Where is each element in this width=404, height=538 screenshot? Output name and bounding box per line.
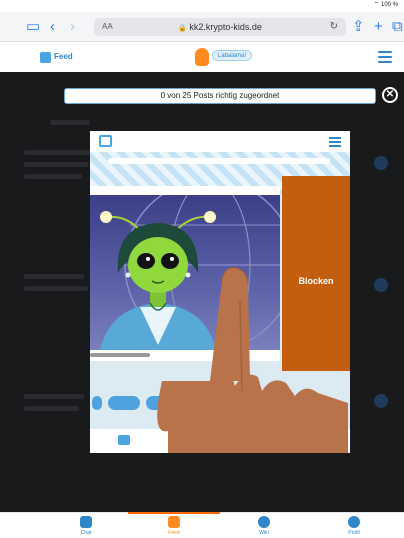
menu-icon[interactable] bbox=[378, 51, 392, 63]
lock-icon: 🔒 bbox=[178, 25, 187, 32]
pill bbox=[258, 396, 294, 410]
reload-icon[interactable]: ↻ bbox=[330, 18, 338, 36]
bottom-tab-bar: Chat Feed Wiki Profil bbox=[0, 512, 404, 538]
bg-post-line bbox=[24, 150, 94, 155]
post-card bbox=[90, 186, 280, 361]
tab-label: Feed bbox=[168, 530, 180, 536]
wiki-icon bbox=[258, 516, 270, 528]
address-bar[interactable]: AA 🔒 kk2.krypto-kids.de ↻ bbox=[94, 18, 346, 36]
app-header: Feed Labalama! bbox=[0, 42, 404, 72]
bg-action-icon bbox=[374, 278, 388, 292]
pill bbox=[180, 396, 222, 410]
feed-icon bbox=[40, 51, 51, 63]
tab-label: Wiki bbox=[259, 530, 269, 536]
browser-toolbar: ▭ ‹ › AA 🔒 kk2.krypto-kids.de ↻ ⇪ + ⧉ bbox=[0, 12, 404, 42]
tabs-icon[interactable]: ⧉ bbox=[392, 18, 403, 36]
back-icon[interactable]: ‹ bbox=[50, 18, 55, 36]
bg-post-line bbox=[50, 120, 90, 125]
forward-icon[interactable]: › bbox=[70, 18, 75, 36]
new-tab-icon[interactable]: + bbox=[374, 18, 383, 36]
tab-chat[interactable]: Chat bbox=[56, 516, 116, 536]
block-label: Blocken bbox=[298, 276, 334, 286]
feed-icon bbox=[168, 516, 180, 528]
mascot-logo bbox=[195, 48, 209, 66]
alien-illustration bbox=[90, 195, 280, 350]
tab-profil[interactable]: Profil bbox=[324, 516, 384, 536]
search-bar-illustration bbox=[108, 158, 330, 164]
close-button[interactable]: ✕ bbox=[382, 87, 398, 103]
bg-action-icon bbox=[374, 394, 388, 408]
wifi-icon: ⌔ bbox=[373, 2, 380, 8]
pill bbox=[92, 396, 102, 410]
text-size-button[interactable]: AA bbox=[102, 18, 113, 36]
profile-icon bbox=[348, 516, 360, 528]
modal-tabbar bbox=[90, 429, 350, 453]
feed-nav-link[interactable]: Feed bbox=[40, 50, 73, 64]
feed-label: Feed bbox=[54, 52, 73, 61]
tab-wiki[interactable]: Wiki bbox=[234, 516, 294, 536]
menu-icon bbox=[329, 137, 341, 149]
post-text-line bbox=[90, 353, 150, 357]
modal-app-header bbox=[90, 131, 350, 152]
bg-post-line bbox=[24, 162, 88, 167]
url-text: kk2.krypto-kids.de bbox=[189, 22, 262, 32]
pill-row bbox=[90, 389, 350, 415]
share-icon[interactable]: ⇪ bbox=[352, 18, 365, 36]
chat-icon bbox=[118, 435, 130, 445]
bg-action-icon bbox=[374, 156, 388, 170]
status-bar: ⌔ 100 % bbox=[0, 0, 404, 12]
tutorial-modal: Blocken bbox=[90, 131, 350, 453]
tab-feed[interactable]: Feed bbox=[144, 516, 204, 536]
tab-label: Chat bbox=[80, 530, 92, 536]
bg-post-line bbox=[24, 174, 82, 179]
sidebar-icon[interactable]: ▭ bbox=[26, 18, 40, 36]
progress-counter: 0 von 25 Posts richtig zugeordnet bbox=[64, 88, 376, 104]
logo-badge: Labalama! bbox=[212, 50, 253, 61]
battery-text: 100 % bbox=[380, 2, 398, 8]
pill bbox=[108, 396, 140, 410]
feed-icon bbox=[99, 135, 112, 147]
tab-label: Profil bbox=[348, 530, 360, 536]
block-zone[interactable]: Blocken bbox=[282, 176, 350, 371]
bg-post-line bbox=[24, 394, 84, 399]
pill bbox=[146, 396, 174, 410]
bg-post-line bbox=[24, 406, 79, 411]
bg-post-line bbox=[24, 286, 88, 291]
active-tab-indicator bbox=[128, 512, 220, 514]
chat-icon bbox=[80, 516, 92, 528]
bg-post-line bbox=[24, 274, 84, 279]
